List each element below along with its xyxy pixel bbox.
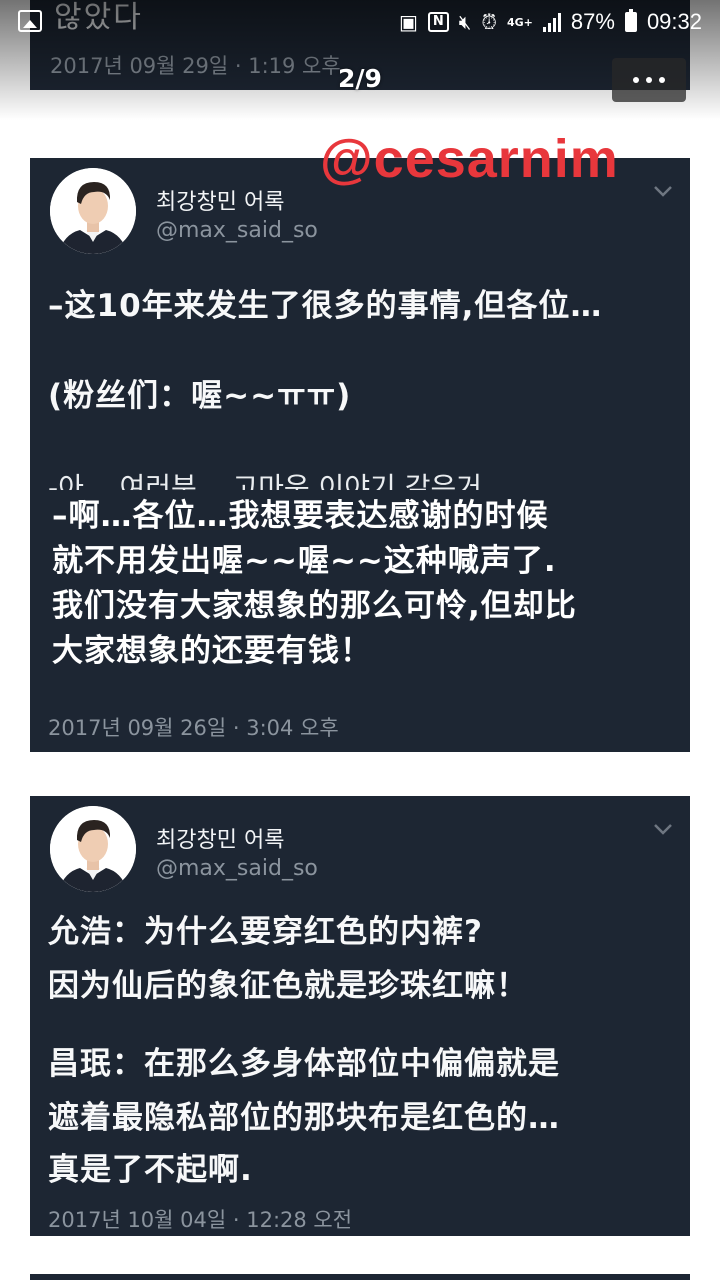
tweet-text-line: 遮着最隐私部位的那块布是红色的… [48,1100,560,1136]
screenshot-icon: ▣ [398,10,418,34]
avatar[interactable] [50,806,136,892]
page-indicator: 2/9 [338,64,382,93]
previous-tweet-timestamp: 2017년 09월 29일 · 1:19 오후 [50,54,341,78]
author-handle[interactable]: @max_said_so [156,218,318,243]
caption-line: 大家想象的还要有钱！ [52,633,372,669]
battery-percent: 87% [570,9,615,34]
gallery-icon [18,10,42,32]
tweet-korean-line: -아... 여러분... 고마운 이야기 같은거 [48,471,482,490]
caption-line: 我们没有大家想象的那么可怜,但却比 [52,588,577,624]
caption-line: 就不用发出喔~~喔~~这种喊声了. [52,543,557,579]
next-tweet-card-edge [30,1274,690,1280]
tweet-timestamp[interactable]: 2017년 09월 26일 · 3:04 오후 [48,712,339,742]
watermark: @cesarnim [320,129,619,189]
tweet-text-line: 允浩：为什么要穿红色的内裤? [48,914,483,950]
author-display-name[interactable]: 최강창민 어록 [156,184,284,216]
more-dots-icon [633,77,639,83]
signal-icon [542,12,561,32]
more-options-button[interactable] [612,58,686,102]
network-type-label: 4G+ [506,15,533,29]
mute-icon: 🔇︎ [458,10,472,34]
status-clock: 09:32 [646,9,702,34]
tweet-text-line: (粉丝们：喔~~ㅠㅠ) [48,378,352,414]
chevron-down-icon[interactable] [652,184,674,198]
alarm-icon: ⏰︎ [481,10,497,34]
tweet-text-line: 因为仙后的象征色就是珍珠红嘛！ [48,968,528,1004]
translation-caption: –啊…各位…我想要表达感谢的时候 就不用发出喔~~喔~~这种喊声了. 我们没有大… [52,494,577,674]
status-bar: ▣ N 🔇︎ ⏰︎ 4G+ 87% 09:32 [0,0,720,44]
author-handle[interactable]: @max_said_so [156,856,318,881]
avatar[interactable] [50,168,136,254]
author-display-name[interactable]: 최강창민 어록 [156,822,284,854]
status-icons: ▣ N 🔇︎ ⏰︎ 4G+ 87% 09:32 [399,6,702,38]
tweet-card[interactable]: 최강창민 어록 @max_said_so 允浩：为什么要穿红色的内裤? 因为仙后… [30,796,690,1236]
tweet-text-line: 真是了不起啊. [48,1152,253,1188]
caption-line: –啊…各位…我想要表达感谢的时候 [52,498,549,534]
battery-icon [624,9,637,32]
tweet-text-line: –这10年来发生了很多的事情,但各位… [48,288,603,324]
chevron-down-icon[interactable] [652,822,674,836]
nfc-icon: N [427,12,449,32]
tweet-timestamp[interactable]: 2017년 10월 04일 · 12:28 오전 [48,1204,352,1234]
tweet-card[interactable]: 최강창민 어록 @max_said_so –这10年来发生了很多的事情,但各位…… [30,158,690,752]
tweet-text-line: 昌珉：在那么多身体部位中偏偏就是 [48,1046,560,1082]
